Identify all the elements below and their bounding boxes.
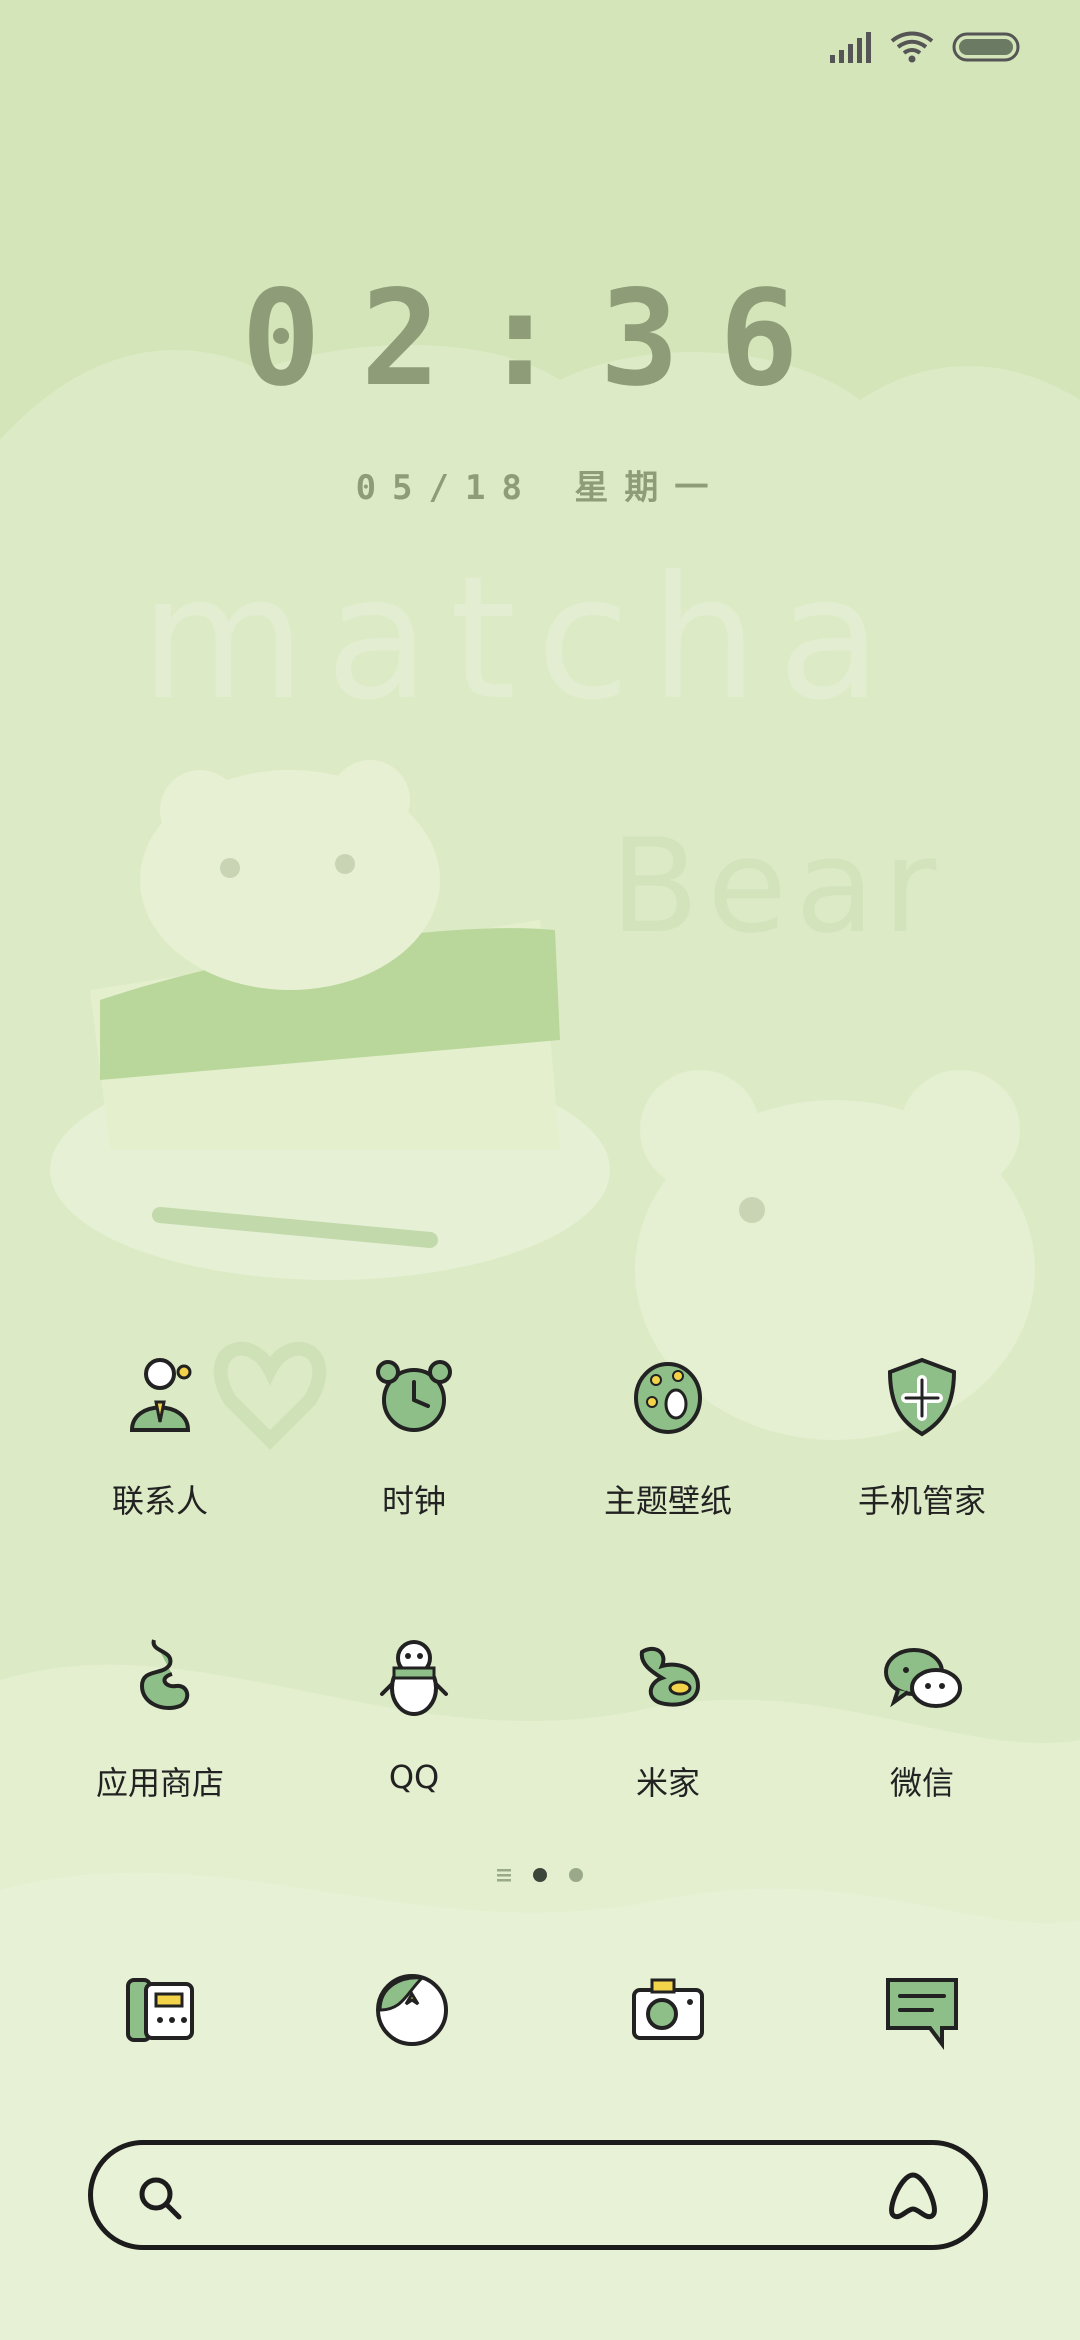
app-store[interactable]: 应用商店 [50, 1632, 270, 1804]
camera-icon[interactable] [622, 1964, 714, 2056]
app-label: 时钟 [381, 1482, 446, 1520]
assistant-icon[interactable] [883, 2169, 943, 2225]
alarm-clock-icon [376, 1360, 452, 1432]
theme-egg-icon [634, 1362, 702, 1434]
app-qq[interactable]: QQ [304, 1632, 524, 1796]
app-label: 主题壁纸 [603, 1482, 732, 1520]
app-label: QQ [388, 1758, 440, 1796]
app-store-icon [139, 1639, 190, 1710]
search-input[interactable] [203, 2169, 847, 2223]
wallpaper-text-matcha: matcha [140, 540, 902, 738]
app-label: 应用商店 [95, 1764, 224, 1802]
phone-icon[interactable] [114, 1964, 206, 2056]
mijia-icon [639, 1646, 701, 1707]
signal-bars-icon [830, 32, 871, 63]
page-indicator [0, 1868, 1080, 1882]
app-label: 米家 [635, 1764, 700, 1802]
status-bar [830, 24, 1022, 70]
page-list-icon[interactable] [497, 1868, 511, 1882]
app-security[interactable]: 手机管家 [812, 1350, 1032, 1522]
app-mijia[interactable]: 米家 [558, 1632, 778, 1804]
security-shield-icon [887, 1357, 957, 1437]
page-dot[interactable] [569, 1868, 583, 1882]
app-contacts[interactable]: 联系人 [50, 1350, 270, 1522]
browser-icon[interactable] [366, 1964, 458, 2056]
search-bar[interactable] [88, 2140, 988, 2250]
app-wechat[interactable]: 微信 [812, 1632, 1032, 1804]
app-clock[interactable]: 时钟 [304, 1350, 524, 1522]
qq-penguin-icon [380, 1640, 448, 1716]
wifi-icon [890, 31, 934, 63]
lockscreen-date: 05/18 星期一 [355, 468, 725, 508]
lockscreen-time: 02:36 [241, 262, 839, 416]
home-screen: matcha Bear 02:36 05/18 星期一 联系人 时钟 主题壁纸 … [0, 0, 1080, 2340]
app-label: 联系人 [111, 1482, 208, 1520]
app-themes[interactable]: 主题壁纸 [558, 1350, 778, 1522]
page-dot-active[interactable] [533, 1868, 547, 1882]
search-icon[interactable] [135, 2173, 185, 2223]
battery-icon [952, 32, 1020, 62]
wallpaper-text-bear: Bear [610, 810, 945, 962]
wechat-icon [884, 1648, 962, 1708]
contacts-person-icon [129, 1358, 192, 1432]
app-label: 手机管家 [857, 1482, 986, 1520]
messages-icon[interactable] [876, 1964, 968, 2056]
app-label: 微信 [889, 1764, 954, 1802]
